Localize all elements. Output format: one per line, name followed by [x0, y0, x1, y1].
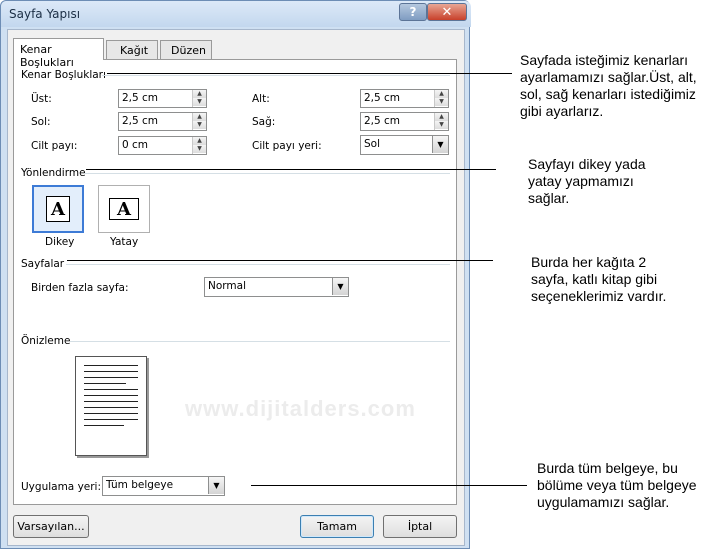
annotation-line-orientation	[86, 169, 496, 170]
annotation-line-margins	[107, 73, 512, 74]
bottom-margin-value: 2,5 cm	[364, 92, 401, 104]
gutter-label: Cilt payı:	[31, 140, 78, 152]
tab-paper[interactable]: Kağıt	[106, 40, 158, 59]
landscape-label: Yatay	[110, 236, 139, 248]
multiple-pages-label: Birden fazla sayfa:	[31, 282, 129, 294]
spin-down-icon[interactable]: ▼	[193, 98, 206, 106]
portrait-label: Dikey	[45, 236, 75, 248]
window-title: Sayfa Yapısı	[9, 7, 81, 21]
right-margin-label: Sağ:	[252, 116, 276, 128]
spin-up-icon[interactable]: ▲	[193, 137, 206, 145]
help-button[interactable]: ?	[399, 3, 427, 21]
annotation-line-pages	[67, 260, 493, 261]
spin-up-icon[interactable]: ▲	[193, 90, 206, 98]
bottom-margin-spinner[interactable]: ▲ ▼	[434, 90, 448, 107]
apply-to-label: Uygulama yeri:	[21, 481, 102, 493]
gutter-position-select[interactable]: Sol ▼	[360, 135, 449, 155]
spin-up-icon[interactable]: ▲	[435, 90, 448, 98]
watermark: www.dijitalders.com	[185, 396, 416, 421]
multiple-pages-select[interactable]: Normal ▼	[204, 277, 349, 297]
gutter-value: 0 cm	[122, 139, 149, 151]
close-icon: ✕	[441, 4, 453, 20]
multiple-pages-value: Normal	[208, 280, 246, 292]
annotation-apply: Burda tüm belgeye, bu bölüme veya tüm be…	[537, 460, 697, 510]
apply-to-select[interactable]: Tüm belgeye ▼	[102, 476, 225, 496]
orientation-section-title: Yönlendirme	[21, 167, 86, 179]
annotation-margins: Sayfada isteğimiz kenarları ayarlamamızı…	[520, 52, 697, 119]
preview-text-lines	[84, 365, 138, 431]
landscape-page-icon: A	[109, 198, 139, 220]
title-bar[interactable]: Sayfa Yapısı ? ✕	[1, 1, 471, 27]
spin-down-icon[interactable]: ▼	[435, 98, 448, 106]
page-preview	[75, 356, 147, 456]
right-margin-input[interactable]: 2,5 cm ▲ ▼	[360, 112, 449, 131]
spin-down-icon[interactable]: ▼	[435, 121, 448, 129]
margins-separator	[102, 75, 450, 76]
ok-button[interactable]: Tamam	[300, 515, 374, 538]
right-margin-value: 2,5 cm	[364, 115, 401, 127]
annotation-pages: Burda her kağıta 2 sayfa, katlı kitap gi…	[531, 254, 667, 304]
default-button[interactable]: Varsayılan...	[13, 515, 89, 538]
gutter-position-value: Sol	[364, 138, 381, 150]
close-button[interactable]: ✕	[427, 3, 467, 21]
pages-separator	[66, 264, 450, 265]
help-icon: ?	[409, 5, 417, 19]
preview-separator	[70, 341, 450, 342]
spin-up-icon[interactable]: ▲	[193, 113, 206, 121]
top-margin-spinner[interactable]: ▲ ▼	[192, 90, 206, 107]
gutter-input[interactable]: 0 cm ▲ ▼	[118, 136, 207, 155]
chevron-down-icon[interactable]: ▼	[432, 136, 448, 153]
spin-up-icon[interactable]: ▲	[435, 113, 448, 121]
pages-section-title: Sayfalar	[21, 258, 65, 270]
apply-to-value: Tüm belgeye	[106, 479, 174, 491]
annotation-line-apply	[251, 485, 527, 486]
spin-down-icon[interactable]: ▼	[193, 145, 206, 153]
landscape-option[interactable]: A	[98, 185, 150, 233]
top-margin-input[interactable]: 2,5 cm ▲ ▼	[118, 89, 207, 108]
bottom-margin-label: Alt:	[252, 93, 270, 105]
gutter-position-label: Cilt payı yeri:	[252, 140, 322, 152]
cancel-button[interactable]: İptal	[383, 515, 457, 538]
orientation-separator	[84, 173, 450, 174]
bottom-margin-input[interactable]: 2,5 cm ▲ ▼	[360, 89, 449, 108]
tab-margins[interactable]: Kenar Boşlukları	[13, 38, 104, 69]
top-margin-label: Üst:	[31, 93, 52, 105]
margins-section-title: Kenar Boşlukları	[21, 69, 106, 81]
left-margin-input[interactable]: 2,5 cm ▲ ▼	[118, 112, 207, 131]
preview-section-title: Önizleme	[21, 335, 71, 347]
tab-layout[interactable]: Düzen	[160, 40, 212, 59]
annotation-orientation: Sayfayı dikey yada yatay yapmamızı sağla…	[528, 156, 646, 206]
left-margin-spinner[interactable]: ▲ ▼	[192, 113, 206, 130]
portrait-option[interactable]: A	[32, 185, 84, 233]
chevron-down-icon[interactable]: ▼	[208, 477, 224, 494]
spin-down-icon[interactable]: ▼	[193, 121, 206, 129]
chevron-down-icon[interactable]: ▼	[332, 278, 348, 295]
top-margin-value: 2,5 cm	[122, 92, 159, 104]
right-margin-spinner[interactable]: ▲ ▼	[434, 113, 448, 130]
left-margin-label: Sol:	[31, 116, 51, 128]
left-margin-value: 2,5 cm	[122, 115, 159, 127]
portrait-page-icon: A	[46, 196, 70, 222]
gutter-spinner[interactable]: ▲ ▼	[192, 137, 206, 154]
